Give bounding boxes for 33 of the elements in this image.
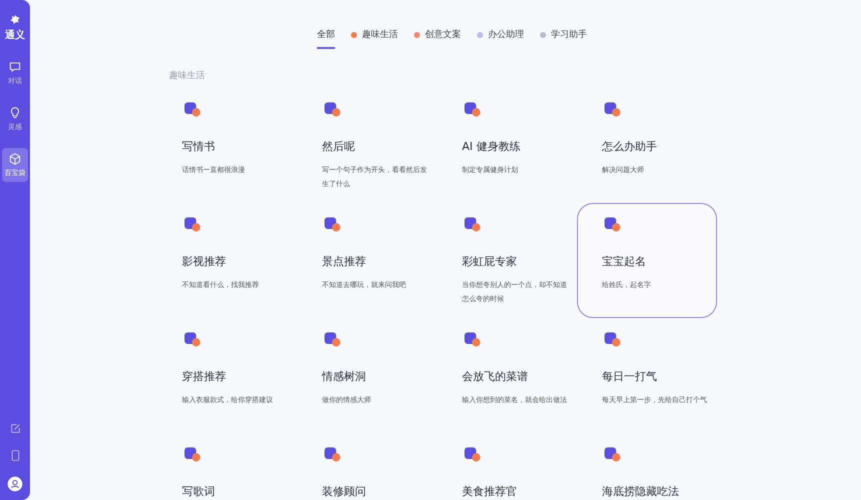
card-title: 彩虹屁专家 [462,254,518,269]
logo-icon [9,14,21,26]
card-title: 怎么办助手 [602,139,658,154]
assistant-card[interactable]: 写歌词 [157,433,297,500]
card-title: 每日一打气 [602,369,658,384]
category-tab[interactable]: 全部 [317,28,335,49]
assistant-card[interactable]: 美食推荐官 [437,433,577,500]
card-title: 然后呢 [322,139,356,154]
card-title: 宝宝起名 [602,254,647,269]
card-title: 装修顾问 [322,484,367,499]
chat-icon [8,60,22,74]
category-tab[interactable]: 学习助手 [540,28,587,49]
assistant-card[interactable]: 装修顾问 [297,433,437,500]
category-tab[interactable]: 办公助理 [477,28,524,49]
card-title: 穿搭推荐 [182,369,227,384]
edit-icon[interactable] [8,422,22,435]
category-tab[interactable]: 创意文案 [414,28,461,49]
card-title: 美食推荐官 [462,484,518,499]
lightbulb-icon [8,106,22,120]
card-title: 情感树洞 [322,369,367,384]
card-title: 海底捞隐藏吃法 [602,484,680,499]
card-title: 写歌词 [182,484,216,499]
logo-text: 通义 [5,28,25,42]
card-title: 影视推荐 [182,254,227,269]
card-title: 会放飞的菜谱 [462,369,529,384]
section-label: 趣味生活 [169,70,206,82]
cube-icon [8,152,22,166]
assistant-card[interactable]: 海底捞隐藏吃法 [577,433,717,500]
card-title: 写情书 [182,139,216,154]
category-tab[interactable]: 趣味生活 [351,28,398,49]
card-title: 景点推荐 [322,254,367,269]
avatar-icon[interactable] [7,476,23,492]
card-title: AI 健身教练 [462,139,522,154]
